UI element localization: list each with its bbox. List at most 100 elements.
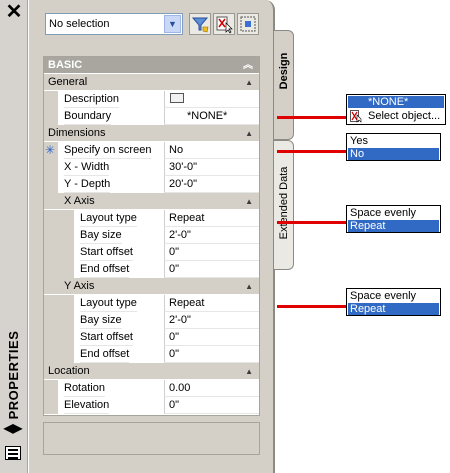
select-objects-button[interactable]	[213, 13, 235, 35]
property-value[interactable]: 30'-0"	[164, 159, 259, 176]
description-icon[interactable]	[170, 93, 184, 103]
collapse-icon[interactable]: ︽	[243, 57, 253, 74]
filter-icon	[191, 17, 209, 33]
specify-on-screen-icon: ✳	[45, 143, 56, 157]
chevron-down-icon[interactable]: ▼	[164, 15, 181, 33]
option-label: Select object...	[368, 110, 441, 122]
category-general[interactable]: General ▲	[44, 74, 259, 91]
property-name: Elevation	[64, 397, 110, 414]
property-grid: BASIC ︽ General ▲ Description Boundary *…	[43, 56, 260, 416]
property-value[interactable]: *NONE*	[164, 108, 259, 125]
boundary-dropdown-list: *NONE* Select object...	[346, 94, 446, 125]
dropdown-option[interactable]: Select object...	[348, 110, 444, 122]
subcategory-x-axis[interactable]: X Axis ▲	[44, 193, 259, 210]
property-name: Layout type	[80, 295, 137, 312]
property-row[interactable]: Boundary *NONE*	[44, 108, 259, 125]
category-location-label: Location	[48, 365, 90, 377]
description-area	[43, 422, 260, 455]
collapse-icon[interactable]: ▲	[245, 363, 253, 380]
callout-line	[277, 116, 347, 119]
property-name: Rotation	[64, 380, 105, 397]
section-basic[interactable]: BASIC ︽	[44, 57, 259, 74]
dropdown-option[interactable]: *NONE*	[348, 96, 444, 108]
callout-line	[277, 305, 347, 308]
property-name: Description	[64, 91, 120, 108]
property-row[interactable]: End offset 0"	[44, 346, 259, 363]
tab-extended-data-label: Extended Data	[278, 166, 290, 240]
property-value[interactable]: 0"	[164, 261, 259, 278]
dropdown-option[interactable]: Space evenly	[348, 207, 439, 219]
tab-design-label: Design	[278, 52, 290, 90]
property-row[interactable]: Bay size 2'-0"	[44, 227, 259, 244]
collapse-icon[interactable]: ▲	[245, 74, 253, 91]
properties-menu-icon[interactable]	[5, 446, 21, 460]
pickadd-icon	[240, 16, 256, 32]
property-row[interactable]: X - Width 30'-0"	[44, 159, 259, 176]
select-objects-icon	[216, 16, 233, 34]
dropdown-option[interactable]: Repeat	[348, 303, 439, 315]
x-layout-dropdown-list: Space evenly Repeat	[346, 205, 441, 233]
property-row[interactable]: Rotation 0.00	[44, 380, 259, 397]
property-row[interactable]: Bay size 2'-0"	[44, 312, 259, 329]
property-value[interactable]: 2'-0"	[164, 312, 259, 329]
property-name: X - Width	[64, 159, 110, 176]
property-value[interactable]: 0"	[164, 329, 259, 346]
property-value[interactable]: 0"	[164, 244, 259, 261]
category-dimensions[interactable]: Dimensions ▲	[44, 125, 259, 142]
property-name: Start offset	[80, 244, 133, 261]
property-name: End offset	[80, 261, 130, 278]
property-row[interactable]: Elevation 0"	[44, 397, 259, 414]
toggle-pickadd-button[interactable]	[237, 13, 259, 35]
property-row[interactable]: Layout type Repeat	[44, 295, 259, 312]
property-value[interactable]	[164, 91, 259, 108]
property-row[interactable]: ✳ Specify on screen No	[44, 142, 259, 159]
property-value[interactable]: 0.00	[164, 380, 259, 397]
auto-hide-icon[interactable]: ◀▶	[3, 420, 23, 436]
property-name: Y - Depth	[64, 176, 111, 193]
property-name: Boundary	[64, 108, 112, 125]
dropdown-option[interactable]: Space evenly	[348, 290, 439, 302]
property-value[interactable]: 0"	[164, 397, 259, 414]
subcategory-x-axis-label: X Axis	[64, 195, 95, 207]
selection-value: No selection	[49, 18, 110, 30]
property-value[interactable]: Repeat	[164, 295, 259, 312]
close-icon[interactable]: ✕	[4, 2, 24, 22]
specify-dropdown-list: Yes No	[346, 133, 441, 161]
quick-select-button[interactable]	[189, 13, 211, 35]
property-row[interactable]: End offset 0"	[44, 261, 259, 278]
property-row[interactable]: Start offset 0"	[44, 244, 259, 261]
dropdown-option[interactable]: No	[348, 148, 439, 160]
property-value[interactable]: No	[164, 142, 259, 159]
selection-dropdown[interactable]: No selection ▼	[45, 13, 183, 35]
property-row[interactable]: Y - Depth 20'-0"	[44, 176, 259, 193]
tab-design[interactable]: Design	[274, 30, 294, 140]
category-dimensions-label: Dimensions	[48, 127, 106, 139]
collapse-icon[interactable]: ▲	[245, 125, 253, 142]
dropdown-option[interactable]: Yes	[348, 135, 439, 147]
property-value[interactable]: 0"	[164, 346, 259, 363]
property-name: End offset	[80, 346, 130, 363]
select-object-icon	[350, 110, 362, 123]
tab-extended-data[interactable]: Extended Data	[274, 140, 294, 270]
section-basic-label: BASIC	[48, 59, 83, 71]
category-general-label: General	[48, 76, 88, 88]
palette-title: PROPERTIES	[6, 330, 21, 420]
subcategory-y-axis-label: Y Axis	[64, 280, 95, 292]
property-row[interactable]: Layout type Repeat	[44, 210, 259, 227]
property-value[interactable]: 20'-0"	[164, 176, 259, 193]
property-name: Specify on screen	[64, 142, 152, 159]
property-value[interactable]: Repeat	[164, 210, 259, 227]
collapse-icon[interactable]: ▲	[245, 193, 253, 210]
property-name: Start offset	[80, 329, 133, 346]
collapse-icon[interactable]: ▲	[245, 278, 253, 295]
property-row[interactable]: Description	[44, 91, 259, 108]
dropdown-option[interactable]: Repeat	[348, 220, 439, 232]
category-location[interactable]: Location ▲	[44, 363, 259, 380]
property-name: Bay size	[80, 312, 122, 329]
property-value[interactable]: 2'-0"	[164, 227, 259, 244]
y-layout-dropdown-list: Space evenly Repeat	[346, 288, 441, 316]
property-row[interactable]: Start offset 0"	[44, 329, 259, 346]
property-name: Layout type	[80, 210, 137, 227]
subcategory-y-axis[interactable]: Y Axis ▲	[44, 278, 259, 295]
callout-line	[277, 221, 347, 224]
